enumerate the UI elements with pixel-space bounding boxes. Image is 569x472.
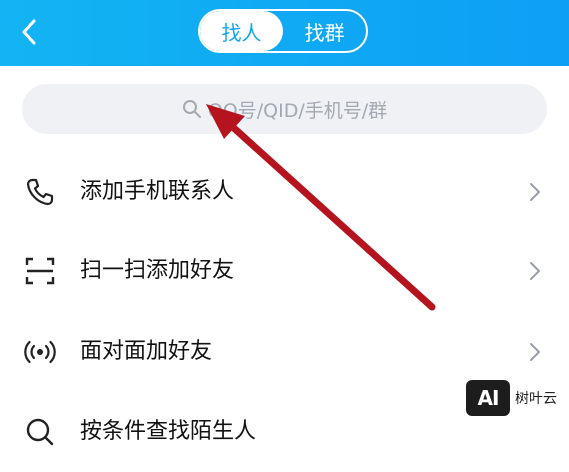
- menu-item-scan-add-friend[interactable]: 扫一扫添加好友: [0, 231, 569, 311]
- search-input[interactable]: QQ号/QID/手机号/群: [22, 84, 547, 134]
- watermark-text: 树叶云: [515, 391, 557, 407]
- menu-item-label: 添加手机联系人: [80, 179, 235, 204]
- phone-icon: [26, 178, 54, 206]
- menu-item-label: 按条件查找陌生人: [80, 419, 257, 444]
- tab-find-groups[interactable]: 找群: [283, 11, 366, 51]
- scan-icon: [25, 257, 55, 285]
- search-icon: [26, 418, 54, 446]
- radar-icon: [24, 340, 56, 364]
- search-icon: [182, 100, 201, 118]
- tab-find-people[interactable]: 找人: [200, 11, 283, 51]
- watermark: AI 树叶云: [466, 378, 564, 418]
- chevron-right-icon: [530, 343, 540, 361]
- menu-item-add-phone-contacts[interactable]: 添加手机联系人: [0, 152, 569, 232]
- chevron-left-icon: [22, 19, 36, 45]
- back-button[interactable]: [14, 16, 44, 48]
- chevron-right-icon: [530, 262, 540, 280]
- top-bar: 找人 找群: [0, 0, 569, 66]
- search-placeholder: QQ号/QID/手机号/群: [207, 99, 388, 122]
- menu-item-label: 面对面加好友: [80, 339, 213, 364]
- find-type-switch: 找人 找群: [198, 9, 368, 53]
- menu-item-label: 扫一扫添加好友: [80, 258, 235, 283]
- watermark-logo: AI: [466, 380, 510, 416]
- chevron-right-icon: [530, 183, 540, 201]
